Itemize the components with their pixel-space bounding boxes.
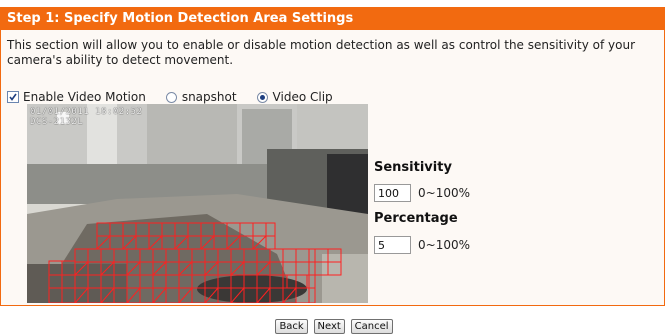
- video-clip-radio[interactable]: [256, 91, 268, 103]
- snapshot-label: snapshot: [181, 90, 237, 104]
- percentage-input[interactable]: [374, 236, 411, 254]
- next-button[interactable]: Next: [313, 319, 345, 334]
- sensitivity-input[interactable]: [374, 184, 411, 202]
- camera-scene: [27, 104, 368, 303]
- sensitivity-range: 0~100%: [418, 186, 470, 200]
- video-clip-label: Video Clip: [272, 90, 333, 104]
- panel-header: Step 1: Specify Motion Detection Area Se…: [1, 8, 664, 30]
- enable-video-motion-checkbox[interactable]: [7, 91, 19, 103]
- back-button[interactable]: Back: [275, 319, 308, 334]
- osd-camera-name: DCS-2132L: [30, 117, 84, 127]
- camera-osd: 01/01/2011 18:02:52 DCS-2132L: [30, 107, 142, 127]
- camera-preview[interactable]: 01/01/2011 18:02:52 DCS-2132L: [27, 104, 368, 303]
- description-text: This section will allow you to enable or…: [7, 38, 636, 67]
- cancel-button[interactable]: Cancel: [350, 319, 393, 334]
- osd-timestamp: 01/01/2011 18:02:52: [30, 107, 143, 117]
- sensitivity-label: Sensitivity: [374, 160, 452, 175]
- enable-video-motion-label: Enable Video Motion: [23, 90, 146, 104]
- wizard-buttons: Back Next Cancel: [0, 318, 668, 334]
- percentage-label: Percentage: [374, 211, 458, 226]
- snapshot-radio[interactable]: [165, 91, 177, 103]
- radio-selected-dot: [259, 94, 265, 100]
- checkmark-icon: [9, 93, 17, 101]
- percentage-range: 0~100%: [418, 238, 470, 252]
